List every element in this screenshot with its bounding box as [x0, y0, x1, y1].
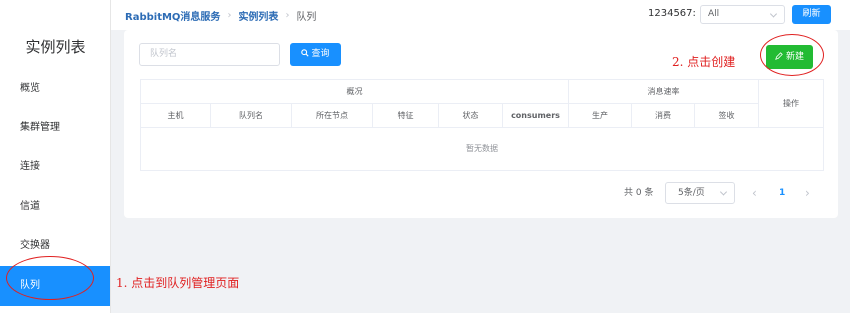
page-size-select[interactable]: 5条/页: [665, 182, 735, 204]
column-publish: 生产: [569, 104, 632, 127]
column-ack: 签收: [718, 111, 735, 120]
breadcrumb-instances[interactable]: 实例列表: [238, 8, 278, 23]
pagination-prev-icon[interactable]: ‹: [752, 182, 757, 204]
sidebar-title: 实例列表: [25, 38, 86, 56]
table-group-overview: 概况: [141, 80, 569, 103]
column-state: 状态: [439, 104, 503, 127]
pagination-page-1[interactable]: 1: [779, 182, 785, 204]
column-actions: 操作: [758, 80, 823, 128]
column-consumers: consumers: [503, 104, 569, 127]
sidebar-item-channels[interactable]: 信道: [0, 187, 110, 227]
column-host: 主机: [141, 104, 211, 127]
chevron-down-icon: [769, 9, 778, 18]
search-icon: [301, 49, 310, 57]
column-node: 所在节点: [292, 104, 373, 127]
query-button-label: 查询: [311, 49, 330, 59]
breadcrumb-separator-icon: ›: [285, 10, 290, 21]
sidebar-item-cluster[interactable]: 集群管理: [0, 108, 110, 148]
page-size-value: 5条/页: [678, 188, 705, 198]
instance-label: 1234567:: [648, 8, 696, 19]
pagination-next-icon[interactable]: ›: [805, 182, 810, 204]
table-group-rates: 消息速率: [647, 87, 680, 96]
top-bar: RabbitMQ消息服务 › 实例列表 › 队列 1234567: All 刷新: [111, 0, 850, 30]
annotation-step2: 2. 点击创建: [672, 55, 736, 69]
breadcrumb-separator-icon: ›: [227, 10, 232, 21]
sidebar-item-connections[interactable]: 连接: [0, 147, 110, 187]
sidebar-item-overview[interactable]: 概览: [0, 69, 110, 109]
instance-select[interactable]: All: [700, 5, 785, 24]
annotation-circle-queues: [6, 256, 94, 300]
breadcrumb: RabbitMQ消息服务 › 实例列表 › 队列: [125, 8, 316, 23]
queue-search-input[interactable]: 队列名: [139, 43, 280, 66]
column-deliver: 消费: [632, 104, 695, 127]
query-button[interactable]: 查询: [290, 43, 341, 66]
breadcrumb-service[interactable]: RabbitMQ消息服务: [125, 8, 220, 23]
refresh-button[interactable]: 刷新: [792, 5, 831, 24]
column-features: 特征: [373, 104, 439, 127]
annotation-circle-create: [760, 34, 824, 76]
breadcrumb-current: 队列: [296, 12, 317, 23]
table-empty-text: 暂无数据: [466, 144, 498, 153]
column-queue-name: 队列名: [211, 104, 292, 127]
annotation-step1: 1. 点击到队列管理页面: [116, 276, 240, 290]
pagination-total: 共 0 条: [624, 188, 654, 198]
chevron-down-icon: [719, 188, 728, 196]
queue-table: 概况 消息速率 主机 队列名 所在节点 特征 状态 consumers 生产 消…: [140, 79, 824, 171]
instance-select-value: All: [708, 9, 720, 19]
